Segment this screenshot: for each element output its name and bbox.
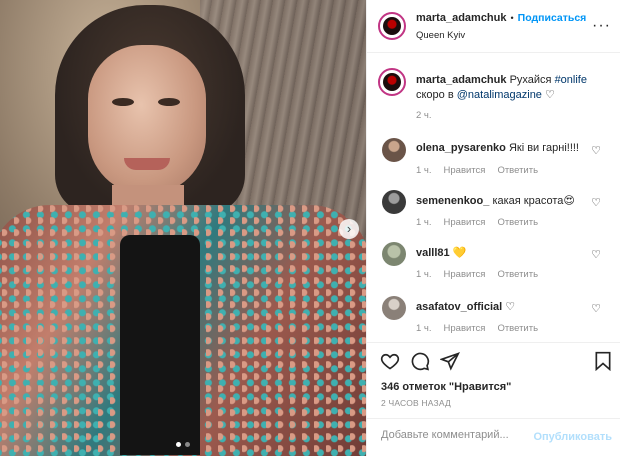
- comment-emoji: 💛: [452, 247, 467, 259]
- photo-face: [88, 45, 206, 195]
- caption-avatar[interactable]: [378, 68, 406, 96]
- likes-count[interactable]: 346 отметок "Нравится": [381, 381, 511, 393]
- comment-like-button[interactable]: Нравится: [444, 217, 486, 228]
- comment-reply-button[interactable]: Ответить: [497, 269, 538, 280]
- post-photo[interactable]: ›: [0, 0, 366, 456]
- comment-emoji: ♡: [505, 301, 516, 313]
- comment-composer: Опубликовать: [367, 418, 620, 456]
- comment-like-heart-icon[interactable]: ♡: [591, 196, 601, 209]
- comment: semenenkoo_ какая красота😍 1 ч. Нравится…: [367, 190, 620, 238]
- comment-like-heart-icon[interactable]: ♡: [591, 144, 601, 157]
- post-timestamp: 2 часов назад: [381, 398, 451, 408]
- comment-reply-button[interactable]: Ответить: [497, 217, 538, 228]
- comment-text: semenenkoo_ какая красота😍: [416, 194, 575, 207]
- bookmark-save-icon[interactable]: [594, 351, 612, 375]
- action-bar: 346 отметок "Нравится": [367, 342, 620, 398]
- comment-username[interactable]: olena_pysarenko: [416, 142, 506, 154]
- commenter-avatar[interactable]: [382, 296, 406, 320]
- comment-username[interactable]: semenenkoo_: [416, 195, 489, 207]
- post-header: marta_adamchuk • Подписаться Queen Kyiv …: [367, 0, 620, 53]
- comment: olena_pysarenko Які ви гарні!!!! 1 ч. Нр…: [367, 138, 620, 186]
- comment-body: Які ви гарні!!!!: [508, 142, 579, 154]
- carousel-dot: [185, 442, 190, 447]
- commenter-avatar[interactable]: [382, 190, 406, 214]
- comment-reply-button[interactable]: Ответить: [497, 165, 538, 176]
- header-title-row: marta_adamchuk • Подписаться: [416, 12, 586, 24]
- comment-like-button[interactable]: Нравится: [444, 165, 486, 176]
- publish-button[interactable]: Опубликовать: [533, 431, 612, 443]
- photo-black-top: [120, 235, 200, 455]
- comment-time: 1 ч.: [416, 269, 432, 280]
- caption-text-1: Рухайся: [509, 74, 552, 86]
- comment: asafatov_official ♡ 1 ч. Нравится Ответи…: [367, 296, 620, 344]
- caption-heart-emoji: ♡: [545, 89, 555, 101]
- comment-bubble-icon[interactable]: [410, 351, 430, 375]
- comment-text: olena_pysarenko Які ви гарні!!!!: [416, 142, 579, 154]
- carousel-dots: [176, 442, 190, 447]
- comment-meta: 1 ч. Нравится Ответить: [416, 269, 538, 280]
- comment-username[interactable]: valll81: [416, 247, 450, 259]
- comment-meta: 1 ч. Нравится Ответить: [416, 323, 538, 334]
- author-username[interactable]: marta_adamchuk: [416, 12, 507, 24]
- author-avatar[interactable]: [378, 12, 406, 40]
- comment-input[interactable]: [381, 429, 531, 441]
- follow-button[interactable]: Подписаться: [518, 12, 587, 24]
- mention-link[interactable]: @natalimagazine: [457, 89, 542, 101]
- photo-eye: [112, 98, 134, 106]
- caption-time: 2 ч.: [416, 110, 432, 121]
- comment-like-heart-icon[interactable]: ♡: [591, 302, 601, 315]
- more-options-icon[interactable]: ···: [592, 17, 611, 35]
- comment: valll81 💛 1 ч. Нравится Ответить ♡: [367, 242, 620, 290]
- comment-emoji: 😍: [563, 195, 575, 207]
- caption-text-2: скоро в: [416, 89, 454, 101]
- hashtag-link[interactable]: #onlife: [555, 74, 587, 86]
- comment-meta: 1 ч. Нравится Ответить: [416, 217, 538, 228]
- commenter-avatar[interactable]: [382, 138, 406, 162]
- commenter-avatar[interactable]: [382, 242, 406, 266]
- caption-username[interactable]: marta_adamchuk: [416, 74, 507, 86]
- comment-like-button[interactable]: Нравится: [444, 323, 486, 334]
- share-send-icon[interactable]: [439, 351, 460, 375]
- carousel-next-button[interactable]: ›: [339, 219, 359, 239]
- comment-reply-button[interactable]: Ответить: [497, 323, 538, 334]
- location-link[interactable]: Queen Kyiv: [416, 30, 465, 41]
- comment-username[interactable]: asafatov_official: [416, 301, 502, 313]
- comment-text: asafatov_official ♡: [416, 300, 515, 313]
- separator-dot: •: [510, 13, 514, 23]
- caption-text: marta_adamchuk Рухайся #onlife скоро в @…: [416, 73, 611, 103]
- carousel-dot-active: [176, 442, 181, 447]
- comment-like-button[interactable]: Нравится: [444, 269, 486, 280]
- like-heart-icon[interactable]: [380, 351, 400, 375]
- comment-meta: 1 ч. Нравится Ответить: [416, 165, 538, 176]
- comment-body: какая красота: [492, 195, 564, 207]
- photo-mouth: [124, 158, 170, 170]
- comment-time: 1 ч.: [416, 323, 432, 334]
- comment-text: valll81 💛: [416, 246, 466, 259]
- comment-time: 1 ч.: [416, 217, 432, 228]
- comment-like-heart-icon[interactable]: ♡: [591, 248, 601, 261]
- comment-time: 1 ч.: [416, 165, 432, 176]
- photo-eye: [158, 98, 180, 106]
- post-side-panel: marta_adamchuk • Подписаться Queen Kyiv …: [366, 0, 620, 456]
